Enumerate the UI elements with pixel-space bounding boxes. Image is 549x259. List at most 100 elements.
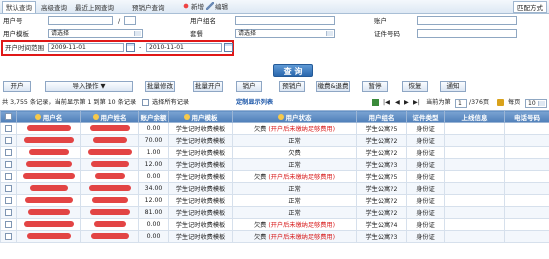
header-cert-type[interactable]: 证件类型 [406, 110, 445, 123]
edit-button[interactable]: 编辑 [206, 2, 228, 12]
status-text: 欠费 [253, 126, 267, 133]
realname-cell [80, 230, 139, 243]
username-cell[interactable] [16, 170, 81, 183]
row-checkbox[interactable] [5, 172, 12, 180]
first-page-icon[interactable]: |◀ [383, 97, 390, 109]
table-row[interactable]: 0.00 学生记时收费模板 欠费 (开户后未缴纳足够费用) 学生公寓?5 身份证 [0, 170, 549, 183]
row-select-cell[interactable] [0, 182, 17, 195]
cancel-account-button[interactable]: 销户 [236, 81, 262, 92]
resume-button[interactable]: 恢复 [402, 81, 428, 92]
header-checkbox[interactable] [5, 113, 12, 120]
table-row[interactable]: 12.00 学生记时收费模板 正常 学生公寓?3 身份证 [0, 158, 549, 171]
user-id-input[interactable] [48, 16, 113, 25]
match-mode-select[interactable]: 匹配方式 [513, 1, 547, 13]
tab-pre-cancel-query[interactable]: 预销户查询 [128, 1, 169, 13]
table-row[interactable]: 12.00 学生记时收费模板 正常 学生公寓?2 身份证 [0, 194, 549, 207]
open-time-label: 开户时间范围 [5, 44, 44, 52]
date-from-input[interactable]: 2009-11-01 [48, 43, 124, 52]
username-cell[interactable] [16, 146, 81, 159]
pay-refund-button[interactable]: 缴费&退费 [316, 81, 350, 92]
user-group-input[interactable] [235, 16, 335, 25]
header-username[interactable]: 用户名 [16, 110, 81, 123]
row-checkbox[interactable] [5, 220, 12, 228]
username-cell[interactable] [16, 194, 81, 207]
row-select-cell[interactable] [0, 146, 17, 159]
prev-page-icon[interactable]: ◀ [395, 97, 400, 109]
user-id-suffix-input[interactable] [124, 16, 136, 25]
header-balance[interactable]: 账户余额 [138, 110, 169, 123]
header-status[interactable]: 用户状态 [232, 110, 357, 123]
username-cell[interactable] [16, 122, 81, 135]
row-select-cell[interactable] [0, 170, 17, 183]
username-cell[interactable] [16, 134, 81, 147]
row-checkbox[interactable] [5, 148, 12, 156]
header-template[interactable]: 用户模板 [168, 110, 233, 123]
cert-no-input[interactable] [417, 29, 517, 38]
row-checkbox[interactable] [5, 124, 12, 132]
calendar-to-icon[interactable] [224, 43, 233, 52]
header-group[interactable]: 用户组名 [356, 110, 407, 123]
row-select-cell[interactable] [0, 134, 17, 147]
username-cell[interactable] [16, 182, 81, 195]
header-online-info[interactable]: 上线信息 [444, 110, 505, 123]
header-realname[interactable]: 用户姓名 [80, 110, 139, 123]
redacted-realname [89, 125, 130, 131]
table-row[interactable]: 0.00 学生记时收费模板 欠费 (开户后未缴纳足够费用) 学生公寓?3 身份证 [0, 230, 549, 243]
tab-advanced-query[interactable]: 高级查询 [37, 1, 71, 13]
template-cell: 学生记时收费模板 [168, 122, 233, 135]
group-cell: 学生公寓?2 [356, 194, 407, 207]
import-button[interactable]: 导入操作 ▼ [45, 81, 133, 92]
row-checkbox[interactable] [5, 136, 12, 144]
table-row[interactable]: 0.00 学生记时收费模板 欠费 (开户后未缴纳足够费用) 学生公寓?5 身份证 [0, 122, 549, 135]
per-page-select[interactable]: 10 [525, 99, 547, 108]
open-account-button[interactable]: 开户 [3, 81, 31, 92]
row-checkbox[interactable] [5, 196, 12, 204]
username-cell[interactable] [16, 206, 81, 219]
realname-cell [80, 218, 139, 231]
row-select-cell[interactable] [0, 122, 17, 135]
calendar-from-icon[interactable] [126, 43, 135, 52]
row-checkbox[interactable] [5, 160, 12, 168]
row-checkbox[interactable] [5, 208, 12, 216]
row-checkbox[interactable] [5, 232, 12, 240]
table-row[interactable]: 81.00 学生记时收费模板 正常 学生公寓?2 身份证 [0, 206, 549, 219]
page-input[interactable]: 1 [455, 99, 467, 108]
next-page-icon[interactable]: ▶ [404, 97, 409, 109]
user-template-select[interactable]: 请选择 [48, 29, 143, 38]
batch-open-button[interactable]: 批量开户 [193, 81, 223, 92]
row-select-cell[interactable] [0, 158, 17, 171]
phone-cell [504, 206, 549, 219]
batch-edit-button[interactable]: 批量修改 [145, 81, 175, 92]
username-cell[interactable] [16, 218, 81, 231]
header-select[interactable] [0, 110, 17, 123]
username-cell[interactable] [16, 230, 81, 243]
add-button[interactable]: 新增 [182, 2, 204, 12]
tab-recent-online-query[interactable]: 最近上网查询 [71, 1, 118, 13]
header-phone[interactable]: 电话号码 [504, 110, 549, 123]
table-row[interactable]: 0.00 学生记时收费模板 欠费 (开户后未缴纳足够费用) 学生公寓?4 身份证 [0, 218, 549, 231]
table-row[interactable]: 1.00 学生记时收费模板 欠费 学生公寓?2 身份证 [0, 146, 549, 159]
select-all-checkbox[interactable] [142, 99, 149, 106]
tab-default-query[interactable]: 默认查询 [2, 1, 36, 13]
search-button[interactable]: 查 询 [273, 64, 313, 77]
table-row[interactable]: 34.00 学生记时收费模板 正常 学生公寓?2 身份证 [0, 182, 549, 195]
row-select-cell[interactable] [0, 230, 17, 243]
pre-cancel-button[interactable]: 预销户 [279, 81, 305, 92]
row-select-cell[interactable] [0, 218, 17, 231]
sort-icon [34, 113, 41, 120]
date-to-input[interactable]: 2010-11-01 [146, 43, 222, 52]
package-select[interactable]: 请选择 [235, 29, 335, 38]
pause-button[interactable]: 暂停 [362, 81, 388, 92]
last-page-icon[interactable]: ▶| [413, 97, 420, 109]
username-cell[interactable] [16, 158, 81, 171]
status-cell: 欠费 (开户后未缴纳足够费用) [232, 122, 357, 135]
row-select-cell[interactable] [0, 206, 17, 219]
table-row[interactable]: 70.00 学生记时收费模板 正常 学生公寓?2 身份证 [0, 134, 549, 147]
go-icon[interactable] [497, 99, 504, 106]
notify-button[interactable]: 通知 [440, 81, 466, 92]
account-input[interactable] [417, 16, 517, 25]
custom-columns-link[interactable]: 定制显示列表 [236, 97, 273, 109]
row-checkbox[interactable] [5, 184, 12, 192]
row-select-cell[interactable] [0, 194, 17, 207]
export-icon[interactable] [372, 99, 379, 106]
